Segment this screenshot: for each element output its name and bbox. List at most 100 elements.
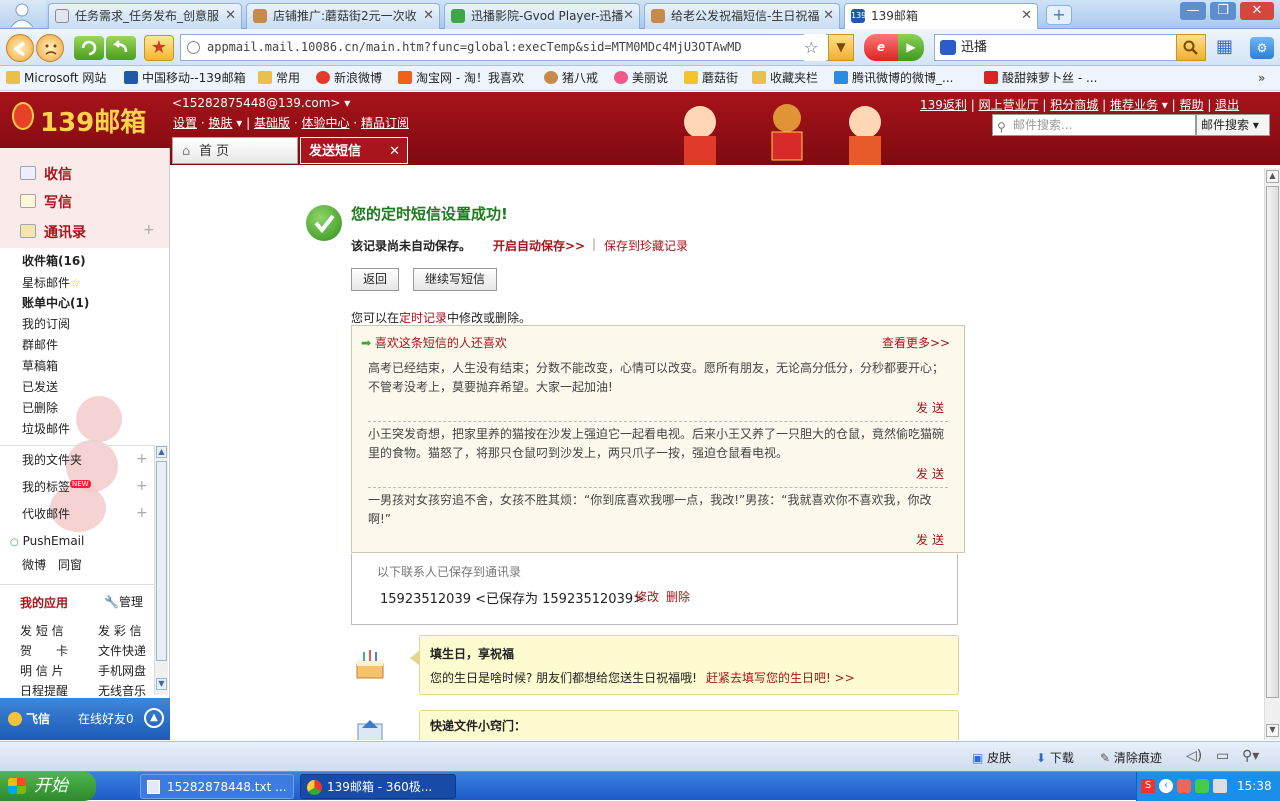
- help-link[interactable]: 帮助: [1179, 98, 1203, 112]
- scroll-thumb[interactable]: [1266, 186, 1279, 698]
- shield-icon[interactable]: [1195, 779, 1209, 793]
- rebate-link[interactable]: 139返利: [920, 98, 967, 112]
- start-button[interactable]: 开始: [0, 772, 96, 801]
- delete-contact-link[interactable]: 删除: [666, 588, 690, 605]
- browser-tab-2[interactable]: 店铺推广:蘑菇街2元一次收 ✕: [246, 3, 440, 29]
- online-hall-link[interactable]: 网上营业厅: [979, 98, 1039, 112]
- send-link[interactable]: 发送: [916, 531, 948, 548]
- feixin-bar[interactable]: 飞信 在线好友0 ▲: [0, 698, 170, 740]
- enable-autosave-link[interactable]: 开启自动保存>>: [493, 237, 585, 254]
- group-collect-mail[interactable]: 代收邮件: [22, 505, 70, 522]
- browser-tab-3[interactable]: 迅播影院-Gvod Player-迅播 ✕: [444, 3, 640, 29]
- bookmark-item[interactable]: 猪八戒: [544, 66, 598, 90]
- browser-tab-4[interactable]: 给老公发祝福短信-生日祝福 ✕: [644, 3, 840, 29]
- sidebar-compose[interactable]: 写信: [20, 192, 72, 212]
- network-icon[interactable]: [1213, 779, 1227, 793]
- save-favorite-link[interactable]: 保存到珍藏记录: [604, 237, 688, 254]
- folder-subscriptions[interactable]: 我的订阅: [22, 315, 70, 332]
- ie-mode-icon[interactable]: e: [864, 34, 898, 61]
- bookmark-item[interactable]: 中国移动--139邮箱: [124, 66, 246, 90]
- folder-starred[interactable]: 星标邮件☆: [22, 274, 81, 291]
- close-icon[interactable]: ✕: [389, 138, 400, 165]
- app-calendar[interactable]: 日程提醒: [20, 682, 68, 699]
- send-link[interactable]: 发送: [916, 465, 948, 482]
- folder-spam[interactable]: 垃圾邮件: [22, 420, 70, 437]
- window-icon[interactable]: ▭: [1216, 748, 1229, 764]
- folder-bills[interactable]: 账单中心(1): [22, 294, 89, 311]
- skin-button[interactable]: ▣ 皮肤: [972, 749, 1011, 766]
- maximize-button[interactable]: ❐: [1210, 2, 1236, 20]
- bookmark-item[interactable]: 腾讯微博的微博_...: [834, 66, 953, 90]
- bookmark-item[interactable]: 蘑菇街: [684, 66, 738, 90]
- face-icon[interactable]: [36, 34, 64, 62]
- send-link[interactable]: 发送: [916, 399, 948, 416]
- see-more-link[interactable]: 查看更多>>: [882, 334, 950, 351]
- new-tab-button[interactable]: +: [1046, 5, 1072, 25]
- minimize-button[interactable]: —: [1180, 2, 1206, 20]
- bookmark-item[interactable]: 新浪微博: [316, 66, 382, 90]
- tab-send-sms[interactable]: 发送短信 ✕: [300, 137, 408, 164]
- pushemail-link[interactable]: ○ PushEmail: [10, 534, 84, 548]
- bookmark-item[interactable]: 常用: [258, 66, 300, 90]
- folder-group-mail[interactable]: 群邮件: [22, 336, 58, 353]
- logout-link[interactable]: 退出: [1215, 98, 1239, 112]
- scroll-thumb[interactable]: [156, 461, 167, 661]
- user-avatar-icon[interactable]: [0, 0, 46, 28]
- group-my-tags[interactable]: 我的标签 NEW: [22, 478, 91, 495]
- fill-birthday-link[interactable]: 赶紧去填写您的生日吧! >>: [706, 669, 855, 686]
- search-icon[interactable]: [1176, 34, 1206, 61]
- classmates-link[interactable]: 同窗: [58, 556, 82, 573]
- points-mall-link[interactable]: 积分商城: [1050, 98, 1098, 112]
- close-icon[interactable]: ✕: [225, 4, 236, 28]
- bookmark-star-icon[interactable]: ☆: [804, 34, 826, 61]
- folder-deleted[interactable]: 已删除: [22, 399, 58, 416]
- taskbar-360browser[interactable]: 139邮箱 - 360极...: [300, 774, 456, 799]
- app-cards[interactable]: 贺 卡: [20, 642, 68, 659]
- scroll-up-icon[interactable]: ▲: [1266, 170, 1279, 183]
- gear-icon[interactable]: ⚙: [1250, 37, 1274, 59]
- favorites-star-icon[interactable]: ★: [144, 35, 174, 61]
- scroll-up-icon[interactable]: ▲: [156, 446, 167, 458]
- apps-grid-icon[interactable]: ▦: [1216, 38, 1236, 58]
- edit-contact-link[interactable]: 修改: [635, 588, 659, 605]
- bookmark-item[interactable]: 酸甜辣萝卜丝 - ...: [984, 66, 1097, 90]
- browser-tab-5[interactable]: 139 139邮箱 ✕: [844, 3, 1038, 30]
- sidebar-contacts[interactable]: 通讯录: [20, 222, 86, 242]
- basic-version-link[interactable]: 基础版: [254, 116, 290, 130]
- close-window-button[interactable]: ✕: [1240, 2, 1274, 20]
- app-music[interactable]: 无线音乐: [98, 682, 146, 699]
- skin-link[interactable]: 换肤: [208, 116, 232, 130]
- app-send-sms[interactable]: 发 短 信: [20, 622, 64, 639]
- search-type-select[interactable]: 邮件搜索 ▾: [1196, 114, 1270, 136]
- undo-button[interactable]: [106, 36, 136, 60]
- close-icon[interactable]: ✕: [823, 4, 834, 28]
- chevron-up-icon[interactable]: ▲: [144, 708, 164, 728]
- account-menu[interactable]: <15282875448@139.com> ▾: [172, 96, 350, 110]
- scheduled-records-link[interactable]: 定时记录: [399, 311, 447, 325]
- bookmark-item[interactable]: 收藏夹栏: [752, 66, 818, 90]
- recommend-link[interactable]: 推荐业务: [1110, 98, 1158, 112]
- continue-sms-button[interactable]: 继续写短信: [413, 268, 497, 291]
- mail-search-input[interactable]: ⚲ 邮件搜索...: [992, 114, 1196, 136]
- chevron-left-icon[interactable]: ‹: [1159, 779, 1173, 793]
- subscription-link[interactable]: 精品订阅: [361, 116, 409, 130]
- clear-traces-button[interactable]: ✎ 清除痕迹: [1100, 749, 1162, 766]
- sidebar-scrollbar[interactable]: ▲ ▼: [154, 445, 168, 695]
- tray-app-icon[interactable]: [1177, 779, 1191, 793]
- close-icon[interactable]: ✕: [423, 4, 434, 28]
- experience-center-link[interactable]: 体验中心: [301, 116, 349, 130]
- chevron-more-icon[interactable]: »: [1258, 66, 1265, 90]
- speaker-icon[interactable]: ◁): [1186, 748, 1202, 764]
- dropdown-arrow-icon[interactable]: ▼: [828, 34, 854, 61]
- go-button[interactable]: ▶: [898, 34, 924, 61]
- bookmark-item[interactable]: Microsoft 网站: [6, 66, 106, 90]
- taskbar-notepad[interactable]: 15282878448.txt ...: [140, 774, 294, 799]
- manage-apps-link[interactable]: 🔧管理: [104, 593, 143, 610]
- refresh-button[interactable]: [74, 36, 104, 60]
- zoom-icon[interactable]: ⚲▾: [1242, 748, 1259, 764]
- browser-tab-1[interactable]: 任务需求_任务发布_创意服 ✕: [48, 3, 242, 29]
- folder-inbox[interactable]: 收件箱(16): [22, 252, 86, 269]
- app-file-express[interactable]: 文件快递: [98, 642, 146, 659]
- page-scrollbar[interactable]: ▲ ▼: [1264, 168, 1280, 740]
- bookmark-item[interactable]: 美丽说: [614, 66, 668, 90]
